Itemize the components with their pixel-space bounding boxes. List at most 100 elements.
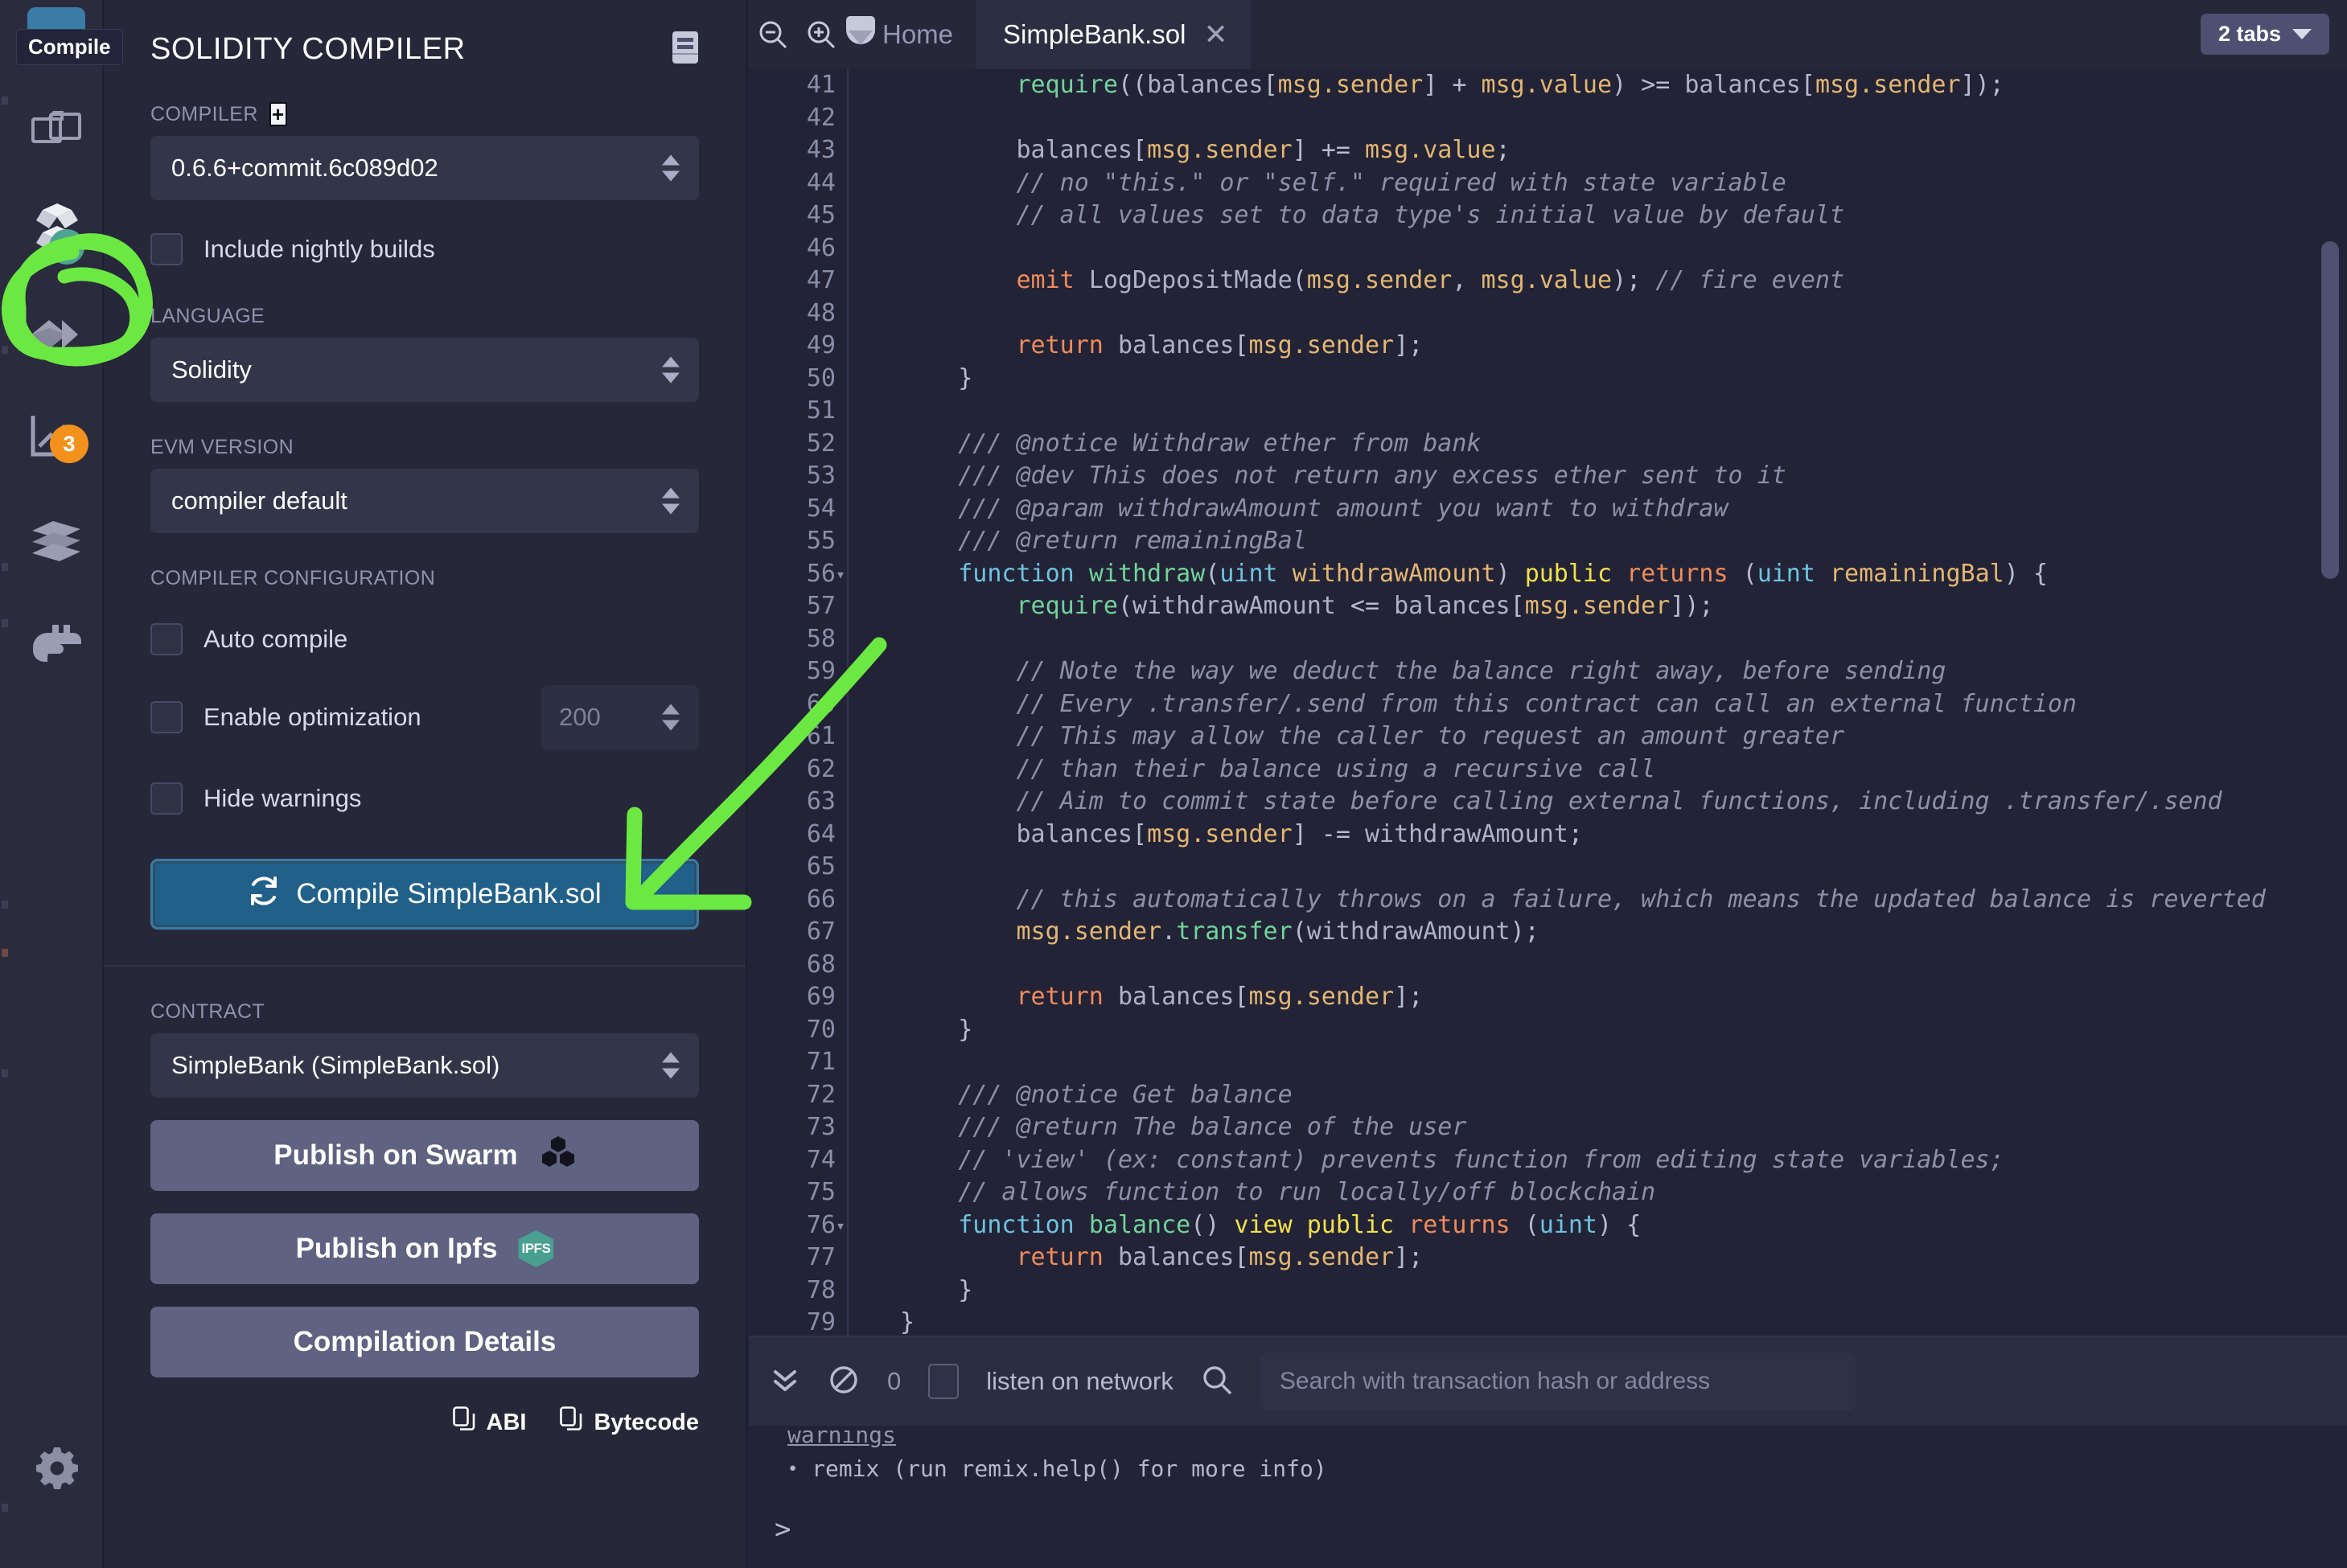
compile-button[interactable]: Compile SimpleBank.sol [150,859,699,930]
hide-warnings-row[interactable]: Hide warnings [150,777,699,820]
code-gutter [847,884,878,917]
plus-box-icon[interactable]: + [269,102,287,126]
terminal-clipped-line: warnings [787,1430,2347,1453]
sidebar-item-settings[interactable] [10,1417,104,1520]
code-line: 51 [749,395,2347,428]
code-gutter [847,363,878,396]
no-entry-icon[interactable] [828,1364,860,1400]
code-line-text: /// @notice Get balance [878,1079,1293,1112]
language-select[interactable]: Solidity [150,338,699,402]
line-number: 76▾ [749,1209,847,1242]
terminal-log-line-text: remix (run remix.help() for more info) [812,1455,1327,1482]
line-number: 42 [749,102,847,135]
auto-compile-checkbox[interactable] [150,623,183,655]
tab-home[interactable]: Home [845,14,976,55]
code-line: 69 return balances[msg.sender]; [749,981,2347,1014]
compiler-label: COMPILER + [150,102,699,126]
code-gutter [847,1144,878,1177]
publish-on-ipfs-button[interactable]: Publish on Ipfs IPFS [150,1213,699,1284]
testing-icon [27,519,85,561]
line-number: 56▾ [749,558,847,591]
hide-warnings-checkbox[interactable] [150,782,183,815]
code-line: 59 // Note the way we deduct the balance… [749,655,2347,688]
code-line-text [878,232,900,265]
chevron-double-down-icon[interactable] [770,1365,800,1399]
close-icon[interactable]: ✕ [1203,20,1227,49]
line-number: 53 [749,460,847,493]
language-value: Solidity [171,355,252,384]
documentation-icon[interactable] [672,31,699,68]
line-number: 57 [749,590,847,623]
terminal-prompt[interactable]: > [775,1513,791,1545]
transaction-search-input[interactable]: Search with transaction hash or address [1260,1353,1856,1410]
optimization-runs-stepper[interactable]: 200 [541,685,699,749]
enable-optimization-row: Enable optimization 200 [150,685,699,749]
fold-caret-icon[interactable]: ▾ [836,1209,845,1242]
line-number: 49 [749,330,847,363]
code-gutter [847,395,878,428]
code-gutter [847,1209,878,1242]
line-number: 55 [749,525,847,558]
compile-success-check-icon [48,228,85,265]
include-nightly-builds-row[interactable]: Include nightly builds [150,228,699,271]
terminal-log: warnings • remix (run remix.help() for m… [749,1426,2347,1486]
code-gutter [847,1014,878,1047]
code-line: 47 emit LogDepositMade(msg.sender, msg.v… [749,265,2347,298]
line-number: 46 [749,232,847,265]
editor-tabbar: Home SimpleBank.sol ✕ 2 tabs [749,0,2347,69]
line-number: 50 [749,363,847,396]
code-gutter [847,558,878,591]
line-number: 58 [749,623,847,656]
line-number: 44 [749,167,847,200]
line-number: 70 [749,1014,847,1047]
compiler-version-select[interactable]: 0.6.6+commit.6c089d02 [150,136,699,200]
code-editor[interactable]: 41 require((balances[msg.sender] + msg.v… [749,69,2347,1336]
fold-caret-icon[interactable]: ▾ [836,558,845,591]
code-gutter [847,590,878,623]
listen-on-network-checkbox[interactable] [928,1364,959,1399]
line-number: 66 [749,884,847,917]
sidebar-item-testing[interactable] [9,489,103,592]
line-number: 74 [749,1144,847,1177]
tab-simplebank-sol[interactable]: SimpleBank.sol ✕ [976,0,1251,69]
code-line-text: } [878,1307,915,1336]
search-icon[interactable] [1201,1364,1233,1400]
chevron-updown-icon [662,488,680,515]
code-line: 44 // no "this." or "self." required wit… [749,167,2347,200]
contract-label: CONTRACT [150,1000,699,1024]
sidebar-item-solidity-compiler[interactable] [9,180,103,283]
tabs-count-button[interactable]: 2 tabs [2201,14,2329,55]
evm-version-value: compiler default [171,486,347,515]
sidebar-item-plugin-manager[interactable] [9,592,103,695]
code-line: 50 } [749,363,2347,396]
code-gutter [847,981,878,1014]
sidebar-item-file-explorer[interactable] [9,77,103,180]
line-number: 52 [749,428,847,461]
code-gutter [847,525,878,558]
copy-abi-button[interactable]: ABI [453,1406,527,1439]
zoom-in-icon[interactable] [797,18,845,51]
auto-compile-row[interactable]: Auto compile [150,618,699,661]
editor-vertical-scrollbar[interactable] [2321,241,2339,579]
code-gutter [847,1111,878,1144]
code-line: 53 /// @dev This does not return any exc… [749,460,2347,493]
evm-version-select[interactable]: compiler default [150,469,699,533]
sidebar-item-analysis[interactable]: 3 [9,386,103,489]
enable-optimization-checkbox[interactable] [150,701,183,733]
code-line: 73 /// @return The balance of the user [749,1111,2347,1144]
code-gutter [847,720,878,753]
code-line: 71 [749,1046,2347,1079]
code-line: 65 [749,851,2347,884]
contract-select[interactable]: SimpleBank (SimpleBank.sol) [150,1033,699,1098]
compilation-details-button[interactable]: Compilation Details [150,1307,699,1377]
include-nightly-builds-checkbox[interactable] [150,233,183,265]
sidebar-item-deploy-run[interactable] [9,283,103,386]
code-line: 52 /// @notice Withdraw ether from bank [749,428,2347,461]
code-line-text [878,623,900,656]
copy-bytecode-button[interactable]: Bytecode [560,1406,699,1439]
code-gutter [847,1242,878,1275]
code-line: 77 return balances[msg.sender]; [749,1242,2347,1275]
zoom-out-icon[interactable] [749,18,797,51]
panel-divider [104,965,746,967]
publish-on-swarm-button[interactable]: Publish on Swarm [150,1120,699,1191]
